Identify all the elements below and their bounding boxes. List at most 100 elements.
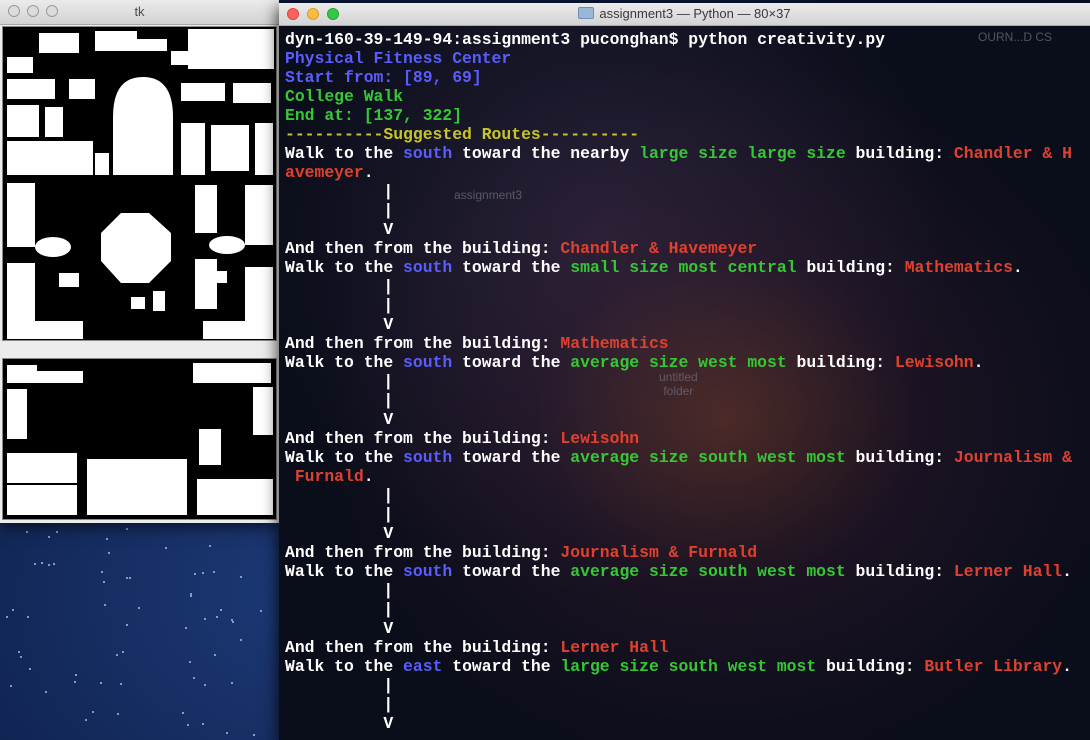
terminal-text-segment: ----------Suggested Routes---------- bbox=[285, 125, 639, 144]
terminal-text-segment: V bbox=[285, 714, 393, 733]
terminal-text-segment: | bbox=[285, 182, 393, 201]
folder-icon bbox=[578, 7, 594, 19]
campus-map-upper[interactable] bbox=[2, 26, 277, 341]
terminal-text-segment: large size south west most bbox=[560, 657, 816, 676]
star-decoration bbox=[12, 609, 14, 611]
star-decoration bbox=[126, 528, 128, 530]
terminal-text-segment: | bbox=[285, 676, 393, 695]
tk-titlebar[interactable]: tk bbox=[0, 0, 279, 25]
terminal-titlebar[interactable]: assignment3 — Python — 80×37 bbox=[279, 3, 1090, 26]
terminal-text-segment: Walk to the bbox=[285, 562, 403, 581]
star-decoration bbox=[41, 562, 43, 564]
terminal-text-segment: south bbox=[403, 562, 452, 581]
star-decoration bbox=[240, 576, 242, 578]
terminal-text-segment: south bbox=[403, 258, 452, 277]
terminal-line: Walk to the south toward the nearby larg… bbox=[285, 144, 1090, 163]
star-decoration bbox=[29, 668, 31, 670]
terminal-text-segment: College Walk bbox=[285, 87, 403, 106]
terminal-output[interactable]: OURN...D CS assignment3 untitled folder … bbox=[279, 26, 1090, 740]
campus-map-lower[interactable] bbox=[2, 358, 277, 520]
star-decoration bbox=[92, 711, 94, 713]
tk-window-title: tk bbox=[0, 4, 279, 19]
star-decoration bbox=[202, 572, 204, 574]
star-decoration bbox=[189, 661, 191, 663]
star-decoration bbox=[129, 577, 131, 579]
terminal-line: Physical Fitness Center bbox=[285, 49, 1090, 68]
terminal-text-segment: Walk to the bbox=[285, 657, 403, 676]
star-decoration bbox=[120, 683, 122, 685]
terminal-line: | bbox=[285, 182, 1090, 201]
campus-map-drawing bbox=[3, 27, 276, 340]
star-decoration bbox=[126, 577, 128, 579]
terminal-text-segment: V bbox=[285, 410, 393, 429]
campus-map-lower-drawing bbox=[3, 359, 276, 519]
terminal-text-segment: . bbox=[974, 353, 984, 372]
terminal-text-segment: toward the bbox=[452, 353, 570, 372]
terminal-text-segment: | bbox=[285, 486, 393, 505]
terminal-text-segment: Physical Fitness Center bbox=[285, 49, 511, 68]
star-decoration bbox=[126, 624, 128, 626]
terminal-text-segment: south bbox=[403, 144, 452, 163]
terminal-line: dyn-160-39-149-94:assignment3 puconghan$… bbox=[285, 30, 1090, 49]
terminal-text-segment: | bbox=[285, 505, 393, 524]
star-decoration bbox=[18, 651, 20, 653]
terminal-window: assignment3 — Python — 80×37 OURN...D CS… bbox=[279, 3, 1090, 740]
terminal-text-segment: small size most central bbox=[570, 258, 796, 277]
terminal-text-segment: V bbox=[285, 524, 393, 543]
star-decoration bbox=[100, 682, 102, 684]
terminal-text-segment: Lewisohn bbox=[895, 353, 974, 372]
terminal-text-segment: | bbox=[285, 372, 393, 391]
terminal-line: | bbox=[285, 201, 1090, 220]
star-decoration bbox=[85, 719, 87, 721]
star-decoration bbox=[103, 581, 105, 583]
star-decoration bbox=[48, 564, 50, 566]
star-decoration bbox=[204, 618, 206, 620]
star-decoration bbox=[108, 552, 110, 554]
terminal-line: | bbox=[285, 676, 1090, 695]
terminal-line: | bbox=[285, 277, 1090, 296]
terminal-text-segment: building: bbox=[816, 657, 924, 676]
terminal-text-segment: Butler Library bbox=[924, 657, 1062, 676]
terminal-line: avemeyer. bbox=[285, 163, 1090, 182]
terminal-text-segment: V bbox=[285, 315, 393, 334]
star-decoration bbox=[194, 573, 196, 575]
star-decoration bbox=[122, 651, 124, 653]
terminal-line: College Walk bbox=[285, 87, 1090, 106]
terminal-line: V bbox=[285, 315, 1090, 334]
star-decoration bbox=[209, 545, 211, 547]
star-decoration bbox=[226, 732, 228, 734]
star-decoration bbox=[117, 713, 119, 715]
terminal-line: Walk to the south toward the average siz… bbox=[285, 562, 1090, 581]
terminal-line: And then from the building: Lewisohn bbox=[285, 429, 1090, 448]
terminal-line: Furnald. bbox=[285, 467, 1090, 486]
star-decoration bbox=[75, 674, 77, 676]
terminal-line: Start from: [89, 69] bbox=[285, 68, 1090, 87]
terminal-line: And then from the building: Journalism &… bbox=[285, 543, 1090, 562]
terminal-text-segment: | bbox=[285, 695, 393, 714]
terminal-text-segment: V bbox=[285, 220, 393, 239]
terminal-text-segment: Furnald bbox=[285, 467, 364, 486]
star-decoration bbox=[6, 616, 8, 618]
terminal-text-segment: Journalism & bbox=[954, 448, 1072, 467]
star-decoration bbox=[185, 627, 187, 629]
star-decoration bbox=[106, 538, 108, 540]
terminal-text-segment: dyn-160-39-149-94:assignment3 puconghan$… bbox=[285, 30, 885, 49]
terminal-text-segment: And then from the building: bbox=[285, 543, 560, 562]
terminal-text-segment: toward the bbox=[442, 657, 560, 676]
terminal-line: And then from the building: Chandler & H… bbox=[285, 239, 1090, 258]
star-decoration bbox=[138, 607, 140, 609]
star-decoration bbox=[34, 563, 36, 565]
terminal-text-segment: Start from: [89, 69] bbox=[285, 68, 482, 87]
terminal-text-segment: building: bbox=[846, 448, 954, 467]
terminal-line: ----------Suggested Routes---------- bbox=[285, 125, 1090, 144]
star-decoration bbox=[74, 681, 76, 683]
terminal-text-segment: | bbox=[285, 277, 393, 296]
terminal-text-segment: . bbox=[1062, 657, 1072, 676]
star-decoration bbox=[56, 531, 58, 533]
star-decoration bbox=[45, 691, 47, 693]
terminal-text-segment: average size south west most bbox=[570, 448, 845, 467]
terminal-line: Walk to the east toward the large size s… bbox=[285, 657, 1090, 676]
terminal-title: assignment3 — Python — 80×37 bbox=[279, 6, 1090, 21]
terminal-line: V bbox=[285, 714, 1090, 733]
terminal-text-segment: toward the nearby bbox=[452, 144, 639, 163]
